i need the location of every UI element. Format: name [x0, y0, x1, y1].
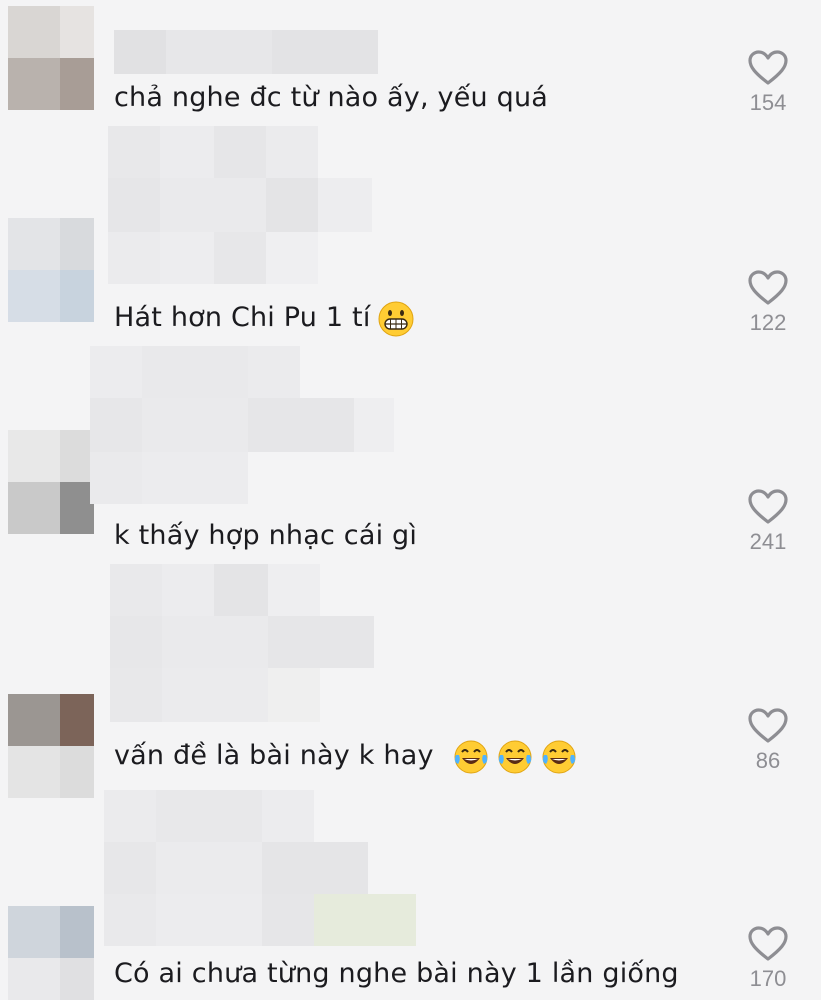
blurred-username [104, 790, 416, 946]
comment-text: vấn đề là bài này k hay [114, 740, 434, 771]
avatar[interactable] [8, 430, 94, 534]
avatar[interactable] [8, 906, 94, 1000]
avatar[interactable] [8, 218, 94, 322]
like-button[interactable]: 170 [738, 926, 798, 992]
like-button[interactable]: 86 [738, 708, 798, 774]
like-count: 170 [749, 966, 787, 991]
avatar[interactable] [8, 694, 94, 798]
blurred-username [108, 126, 372, 284]
face-with-tears-of-joy-icon [454, 740, 488, 774]
heart-outline-icon [748, 926, 788, 961]
comment-text: Hát hơn Chi Pu 1 tí [114, 302, 371, 333]
comment-text: Có ai chưa từng nghe bài này 1 lần giống [114, 958, 679, 989]
blurred-username [114, 30, 378, 74]
like-count: 122 [749, 310, 787, 335]
avatar[interactable] [8, 6, 94, 110]
like-count: 241 [749, 529, 787, 554]
like-count: 86 [755, 748, 781, 773]
heart-outline-icon [748, 708, 788, 743]
like-button[interactable]: 122 [738, 270, 798, 336]
like-button[interactable]: 154 [738, 50, 798, 116]
face-with-tears-of-joy-icon [542, 740, 576, 774]
comment-text: chả nghe đc từ nào ấy, yếu quá [114, 82, 549, 113]
grimacing-face-icon [378, 301, 414, 337]
comment-text: k thấy hợp nhạc cái gì [114, 520, 418, 551]
heart-outline-icon [748, 489, 788, 524]
blurred-username [110, 564, 374, 722]
heart-outline-icon [748, 270, 788, 305]
like-count: 154 [749, 90, 787, 115]
heart-outline-icon [748, 50, 788, 85]
blurred-username [90, 346, 394, 504]
face-with-tears-of-joy-icon [498, 740, 532, 774]
like-button[interactable]: 241 [738, 489, 798, 555]
